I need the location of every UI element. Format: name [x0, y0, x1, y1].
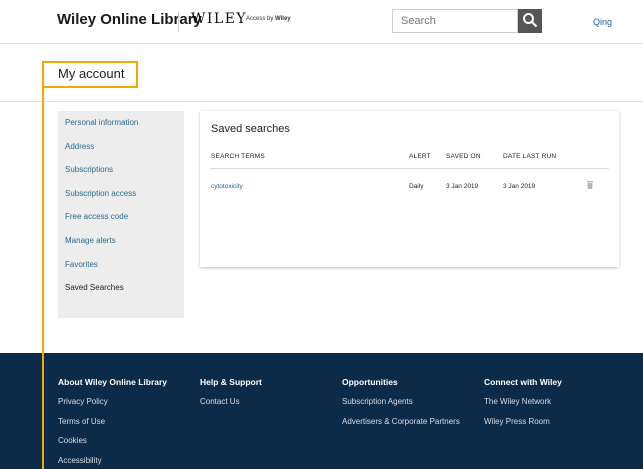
footer-heading-opportunities: Opportunities — [342, 377, 398, 387]
footer-link-wiley-network[interactable]: The Wiley Network — [484, 397, 551, 406]
access-by-prefix: Access by — [246, 16, 274, 22]
footer-link-wiley-press-room[interactable]: Wiley Press Room — [484, 417, 550, 426]
account-sidebar: Personal information Address Subscriptio… — [58, 111, 184, 318]
sidebar-item-saved-searches[interactable]: Saved Searches — [65, 283, 124, 292]
site-footer: About Wiley Online Library Privacy Polic… — [0, 353, 643, 469]
logo-divider — [178, 12, 179, 32]
column-header-alert: ALERT — [409, 153, 431, 160]
saved-on-date: 3 Jan 2019 — [446, 183, 479, 190]
footer-link-cookies[interactable]: Cookies — [58, 436, 87, 445]
column-header-search-terms: SEARCH TERMS — [211, 153, 265, 160]
page-title: My account — [58, 66, 125, 81]
footer-heading-help-support: Help & Support — [200, 377, 262, 387]
footer-link-accessibility[interactable]: Accessibility — [58, 456, 102, 465]
footer-link-advertisers[interactable]: Advertisers & Corporate Partners — [342, 417, 460, 426]
footer-link-privacy-policy[interactable]: Privacy Policy — [58, 397, 108, 406]
sidebar-item-address[interactable]: Address — [65, 142, 94, 151]
search-icon — [523, 13, 538, 28]
footer-link-terms-of-use[interactable]: Terms of Use — [58, 417, 105, 426]
user-menu-link[interactable]: Qing — [593, 17, 612, 27]
search-input[interactable] — [392, 9, 518, 33]
site-header: Wiley Online Library WILEY Access by Wil… — [0, 0, 643, 44]
search-term-link[interactable]: cytotoxicity — [211, 183, 243, 190]
annotation-line-overlay — [42, 88, 44, 469]
site-logo[interactable]: Wiley Online Library — [57, 11, 202, 28]
account-divider — [0, 101, 643, 102]
footer-heading-connect: Connect with Wiley — [484, 377, 562, 387]
footer-link-subscription-agents[interactable]: Subscription Agents — [342, 397, 413, 406]
footer-heading-about: About Wiley Online Library — [58, 377, 168, 387]
footer-link-contact-us[interactable]: Contact Us — [200, 397, 240, 406]
sidebar-item-manage-alerts[interactable]: Manage alerts — [65, 236, 116, 245]
search-button[interactable] — [518, 9, 542, 33]
sidebar-item-favorites[interactable]: Favorites — [65, 260, 98, 269]
column-header-date-last-run: DATE LAST RUN — [503, 153, 557, 160]
alert-frequency: Daily — [409, 183, 424, 190]
trash-icon[interactable] — [587, 181, 593, 189]
access-by-org: Wiley — [275, 16, 291, 22]
column-header-saved-on: SAVED ON — [446, 153, 481, 160]
sidebar-item-subscriptions[interactable]: Subscriptions — [65, 165, 113, 174]
wiley-wordmark[interactable]: WILEY — [191, 11, 247, 27]
sidebar-item-personal-information[interactable]: Personal information — [65, 118, 138, 127]
saved-searches-title: Saved searches — [211, 123, 290, 135]
table-header-divider — [210, 168, 609, 169]
sidebar-item-subscription-access[interactable]: Subscription access — [65, 189, 136, 198]
sidebar-item-free-access-code[interactable]: Free access code — [65, 212, 128, 221]
access-by-label: Access by Wiley — [246, 16, 291, 22]
saved-searches-panel: Saved searches SEARCH TERMS ALERT SAVED … — [200, 111, 619, 267]
last-run-date: 3 Jan 2019 — [503, 183, 536, 190]
